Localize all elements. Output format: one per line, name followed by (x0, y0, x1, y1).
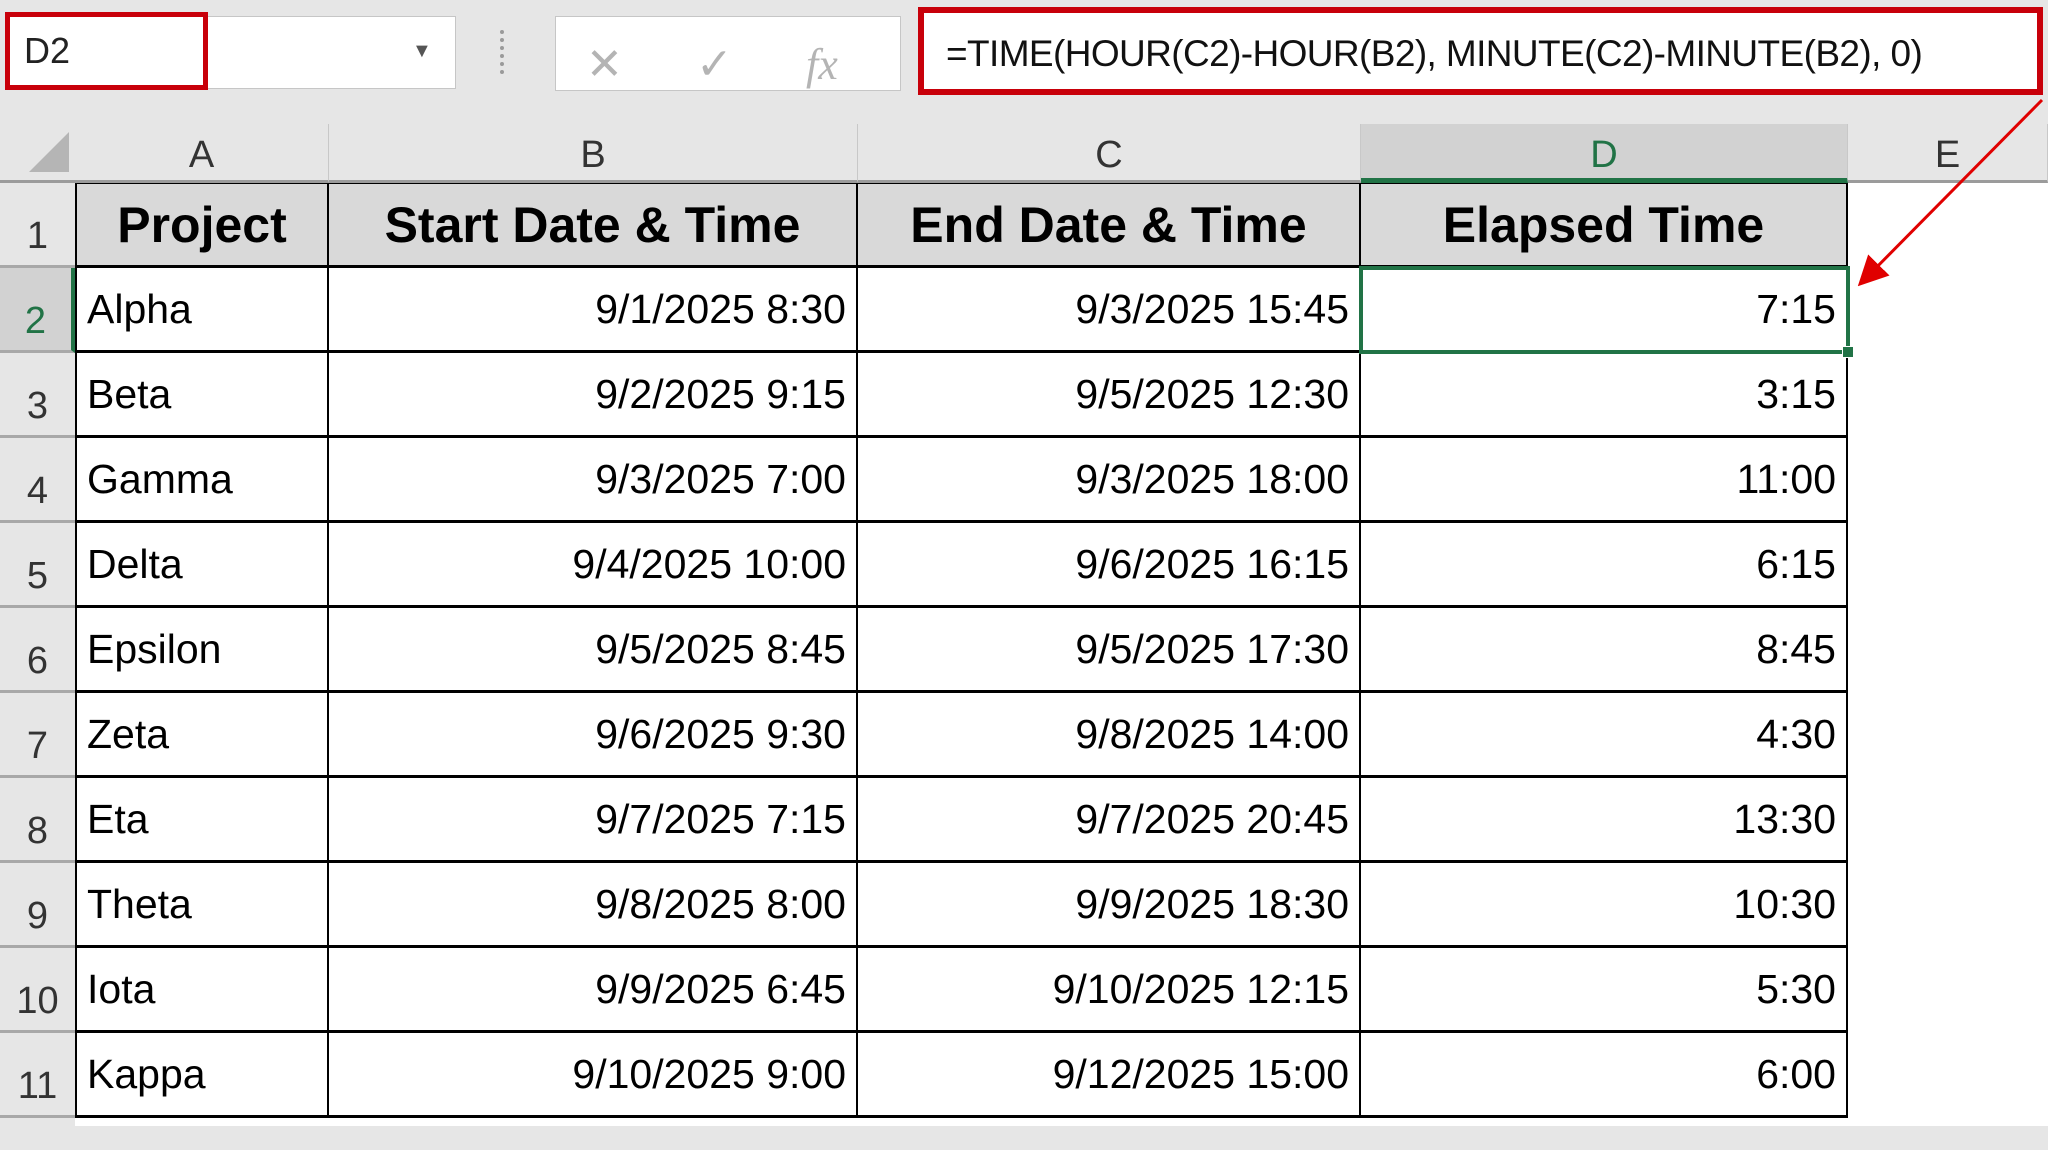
arrow-line (1857, 98, 2044, 287)
annotation-arrow (1857, 98, 2044, 287)
